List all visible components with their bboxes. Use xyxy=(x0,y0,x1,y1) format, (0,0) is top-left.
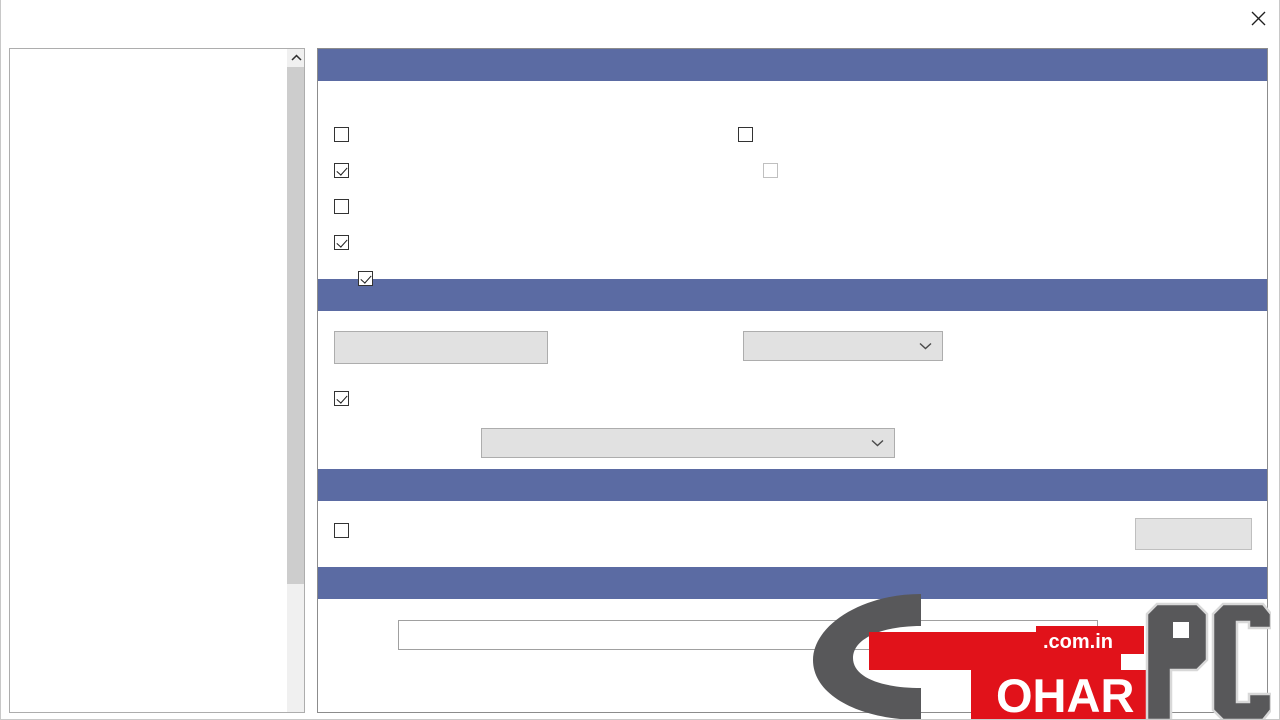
startup-group-header xyxy=(318,49,1267,81)
checkbox-show-profiles-screen[interactable] xyxy=(334,235,358,250)
file-sort-mode-select[interactable] xyxy=(481,428,895,458)
title-bar xyxy=(1,0,1279,38)
compare-group-body xyxy=(318,599,1267,679)
configure-sounds-button xyxy=(1135,518,1252,550)
checkbox-box xyxy=(738,127,753,142)
checkbox-box xyxy=(334,163,349,178)
change-workspace-button[interactable] xyxy=(334,331,548,364)
settings-tree[interactable] xyxy=(10,49,286,712)
tree-scrollbar[interactable] xyxy=(286,49,304,712)
options-dialog: OHAR .com.in xyxy=(0,0,1280,720)
checkbox-box xyxy=(334,199,349,214)
compare-path-input[interactable] xyxy=(398,620,1098,650)
checkbox-show-welcome-screen[interactable] xyxy=(334,163,358,178)
sounds-group-header xyxy=(318,469,1267,501)
checkbox-box xyxy=(763,163,778,178)
checkbox-enable-sounds[interactable] xyxy=(334,523,358,538)
workspace-group-header xyxy=(318,279,1267,311)
checkbox-box xyxy=(358,271,373,286)
checkbox-box xyxy=(334,523,349,538)
settings-content-panel xyxy=(317,48,1268,713)
chevron-down-icon xyxy=(871,435,884,451)
checkbox-box xyxy=(334,391,349,406)
checkbox-open-last-profile[interactable] xyxy=(358,271,382,286)
checkbox-box xyxy=(334,127,349,142)
checkbox-minimize-to-tray[interactable] xyxy=(738,127,762,142)
tree-scroll-up-button[interactable] xyxy=(287,49,304,67)
checkbox-show-splash-screen[interactable] xyxy=(334,127,358,142)
close-icon xyxy=(1251,11,1265,25)
sounds-group-body xyxy=(318,501,1267,567)
checkbox-autosize-columns[interactable] xyxy=(334,391,358,406)
tree-scrollbar-thumb[interactable] xyxy=(287,67,304,584)
checkbox-start-minimized xyxy=(763,163,787,178)
workspace-group-body xyxy=(318,311,1267,469)
color-theme-select[interactable] xyxy=(743,331,943,361)
checkbox-show-start-screen[interactable] xyxy=(334,199,358,214)
chevron-down-icon xyxy=(919,338,932,354)
checkbox-box xyxy=(334,235,349,250)
compare-group-header xyxy=(318,567,1267,599)
chevron-up-icon xyxy=(290,54,302,61)
close-button[interactable] xyxy=(1235,0,1279,36)
settings-tree-panel xyxy=(9,48,305,713)
startup-group-body xyxy=(318,81,1267,286)
